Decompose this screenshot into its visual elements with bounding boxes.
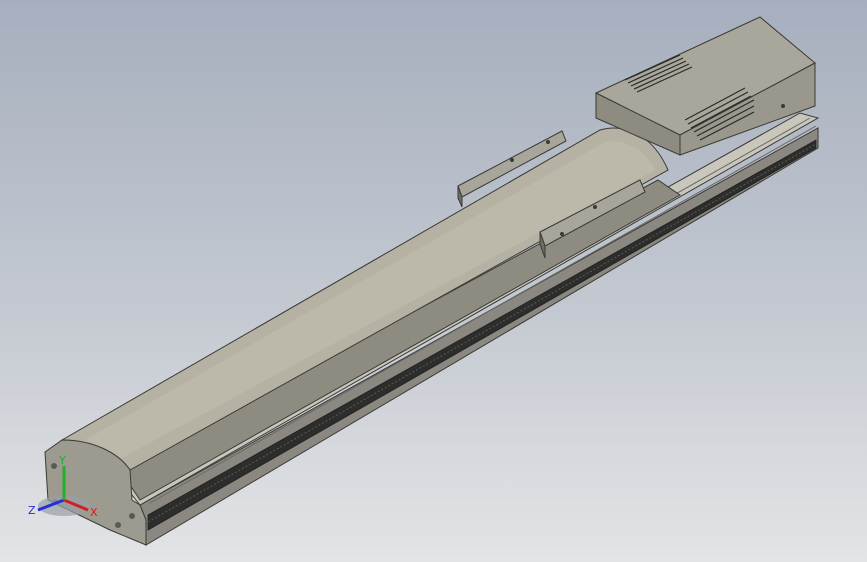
x-axis-label: X (90, 506, 98, 519)
mount-hole (546, 140, 550, 144)
housing-side-face (119, 179, 681, 501)
mount-hole (593, 205, 597, 209)
end-cap-screw-hole (115, 522, 121, 528)
graphics-viewport[interactable]: Y X Z (0, 0, 867, 562)
mount-hole (510, 158, 514, 162)
mount-hole (560, 232, 564, 236)
motor-screw (781, 104, 785, 108)
coordinate-triad: Y X Z (28, 454, 98, 519)
y-axis-label: Y (58, 454, 66, 467)
z-axis-label: Z (28, 504, 36, 517)
linear-actuator-model[interactable] (0, 0, 867, 562)
end-cap-screw-hole (129, 513, 135, 519)
